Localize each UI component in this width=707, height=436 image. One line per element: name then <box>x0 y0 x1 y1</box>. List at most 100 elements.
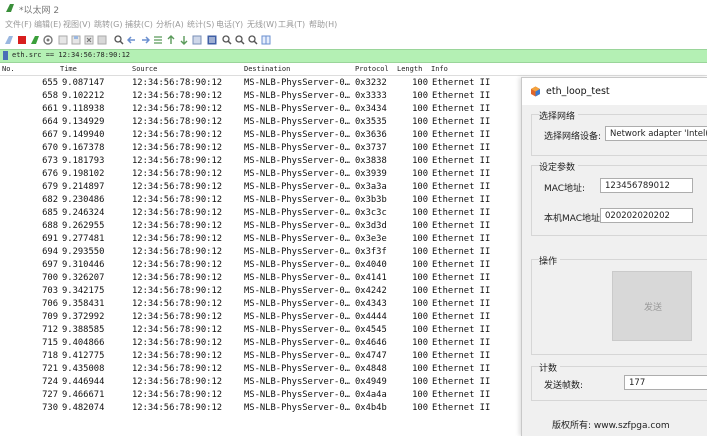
cell-len: 100 <box>412 130 428 140</box>
column-header-length[interactable]: Length <box>397 65 422 73</box>
table-row[interactable]: 712 9.388585 12:34:56:78:90:12 MS-NLB-PhysS… <box>0 324 560 337</box>
local-mac-address-input[interactable]: 020202020202 <box>600 208 693 223</box>
cell-info: Ethernet II <box>432 325 491 335</box>
menu-telephony[interactable]: 电话(Y) <box>216 19 243 30</box>
display-filter-bar[interactable]: eth.src == 12:34:56:78:90:12 <box>0 49 707 63</box>
table-row[interactable]: 682 9.230486 12:34:56:78:90:12 MS-NLB-PhysS… <box>0 194 560 207</box>
cell-no: 697 <box>42 260 58 270</box>
cell-time: 9.181793 <box>62 156 105 166</box>
mac-address-input[interactable]: 123456789012 <box>600 178 693 193</box>
cell-time: 9.482074 <box>62 403 105 413</box>
menu-analyze[interactable]: 分析(A) <box>156 19 184 30</box>
table-row[interactable]: 694 9.293550 12:34:56:78:90:12 MS-NLB-PhysS… <box>0 246 560 259</box>
menu-capture[interactable]: 捕获(C) <box>125 19 153 30</box>
cell-src: 12:34:56:78:90:12 <box>132 156 223 166</box>
cell-no: 721 <box>42 364 58 374</box>
cell-time: 9.214897 <box>62 182 105 192</box>
column-header-destination[interactable]: Destination <box>244 65 290 73</box>
cell-dst: MS-NLB-PhysServer-0… <box>244 169 350 179</box>
cell-proto: 0x4b4b <box>355 403 387 413</box>
cell-no: 715 <box>42 338 58 348</box>
table-row[interactable]: 703 9.342175 12:34:56:78:90:12 MS-NLB-PhysS… <box>0 285 560 298</box>
table-row[interactable]: 721 9.435008 12:34:56:78:90:12 MS-NLB-PhysS… <box>0 363 560 376</box>
menu-edit[interactable]: 编辑(E) <box>34 19 61 30</box>
table-row[interactable]: 676 9.198102 12:34:56:78:90:12 MS-NLB-PhysS… <box>0 168 560 181</box>
capture-options-icon[interactable] <box>43 35 53 45</box>
menu-statistics[interactable]: 统计(S) <box>187 19 214 30</box>
cell-time: 9.134929 <box>62 117 105 127</box>
cell-dst: MS-NLB-PhysServer-0… <box>244 403 350 413</box>
column-header-protocol[interactable]: Protocol <box>355 65 389 73</box>
cell-proto: 0x4545 <box>355 325 387 335</box>
bookmark-icon[interactable] <box>3 51 8 60</box>
stop-capture-icon[interactable] <box>17 35 27 45</box>
table-row[interactable]: 688 9.262955 12:34:56:78:90:12 MS-NLB-PhysS… <box>0 220 560 233</box>
cell-info: Ethernet II <box>432 338 491 348</box>
column-header-no[interactable]: No. <box>2 65 15 73</box>
open-file-icon[interactable] <box>58 35 68 45</box>
display-filter-input[interactable]: eth.src == 12:34:56:78:90:12 <box>12 51 130 59</box>
cell-info: Ethernet II <box>432 104 491 114</box>
table-row[interactable]: 661 9.118938 12:34:56:78:90:12 MS-NLB-PhysS… <box>0 103 560 116</box>
go-last-icon[interactable] <box>179 35 189 45</box>
cell-info: Ethernet II <box>432 91 491 101</box>
cell-src: 12:34:56:78:90:12 <box>132 221 223 231</box>
resize-columns-icon[interactable] <box>261 35 271 45</box>
table-row[interactable]: 730 9.482074 12:34:56:78:90:12 MS-NLB-PhysS… <box>0 402 560 415</box>
cell-dst: MS-NLB-PhysServer-0… <box>244 364 350 374</box>
table-row[interactable]: 679 9.214897 12:34:56:78:90:12 MS-NLB-PhysS… <box>0 181 560 194</box>
table-row[interactable]: 709 9.372992 12:34:56:78:90:12 MS-NLB-PhysS… <box>0 311 560 324</box>
cell-info: Ethernet II <box>432 351 491 361</box>
restart-capture-icon[interactable] <box>30 35 40 45</box>
menu-file[interactable]: 文件(F) <box>5 19 32 30</box>
table-row[interactable]: 724 9.446944 12:34:56:78:90:12 MS-NLB-PhysS… <box>0 376 560 389</box>
menu-view[interactable]: 视图(V) <box>63 19 91 30</box>
colorize-icon[interactable] <box>207 35 217 45</box>
normal-size-icon[interactable] <box>248 35 258 45</box>
auto-scroll-icon[interactable] <box>192 35 202 45</box>
table-row[interactable]: 673 9.181793 12:34:56:78:90:12 MS-NLB-PhysS… <box>0 155 560 168</box>
table-row[interactable]: 715 9.404866 12:34:56:78:90:12 MS-NLB-PhysS… <box>0 337 560 350</box>
table-row[interactable]: 691 9.277481 12:34:56:78:90:12 MS-NLB-PhysS… <box>0 233 560 246</box>
column-header-time[interactable]: Time <box>60 65 77 73</box>
go-forward-icon[interactable] <box>140 35 150 45</box>
cell-proto: 0x3838 <box>355 156 387 166</box>
menu-wireless[interactable]: 无线(W) <box>247 19 277 30</box>
menu-tools[interactable]: 工具(T) <box>278 19 305 30</box>
go-back-icon[interactable] <box>127 35 137 45</box>
column-header-info[interactable]: Info <box>431 65 448 73</box>
table-row[interactable]: 700 9.326207 12:34:56:78:90:12 MS-NLB-PhysS… <box>0 272 560 285</box>
network-device-select[interactable]: Network adapter 'Intel(R) <box>605 126 707 141</box>
table-row[interactable]: 664 9.134929 12:34:56:78:90:12 MS-NLB-PhysS… <box>0 116 560 129</box>
cell-no: 706 <box>42 299 58 309</box>
table-row[interactable]: 658 9.102212 12:34:56:78:90:12 MS-NLB-PhysS… <box>0 90 560 103</box>
close-file-icon[interactable] <box>84 35 94 45</box>
column-header-source[interactable]: Source <box>132 65 157 73</box>
table-row[interactable]: 685 9.246324 12:34:56:78:90:12 MS-NLB-PhysS… <box>0 207 560 220</box>
cell-proto: 0x4a4a <box>355 390 387 400</box>
go-to-packet-icon[interactable] <box>153 35 163 45</box>
save-file-icon[interactable] <box>71 35 81 45</box>
menu-go[interactable]: 跳转(G) <box>94 19 122 30</box>
table-row[interactable]: 727 9.466671 12:34:56:78:90:12 MS-NLB-PhysS… <box>0 389 560 402</box>
cell-no: 667 <box>42 130 58 140</box>
cell-no: 712 <box>42 325 58 335</box>
cell-no: 664 <box>42 117 58 127</box>
cell-len: 100 <box>412 221 428 231</box>
send-button[interactable]: 发送 <box>612 271 692 341</box>
go-first-icon[interactable] <box>166 35 176 45</box>
zoom-out-icon[interactable] <box>235 35 245 45</box>
cell-src: 12:34:56:78:90:12 <box>132 208 223 218</box>
table-row[interactable]: 706 9.358431 12:34:56:78:90:12 MS-NLB-PhysS… <box>0 298 560 311</box>
table-row[interactable]: 718 9.412775 12:34:56:78:90:12 MS-NLB-PhysS… <box>0 350 560 363</box>
table-row[interactable]: 697 9.310446 12:34:56:78:90:12 MS-NLB-PhysS… <box>0 259 560 272</box>
table-row[interactable]: 667 9.149940 12:34:56:78:90:12 MS-NLB-PhysS… <box>0 129 560 142</box>
zoom-in-icon[interactable] <box>222 35 232 45</box>
table-row[interactable]: 670 9.167378 12:34:56:78:90:12 MS-NLB-PhysS… <box>0 142 560 155</box>
table-row[interactable]: 655 9.087147 12:34:56:78:90:12 MS-NLB-PhysS… <box>0 77 560 90</box>
local-mac-label: 本机MAC地址: <box>544 214 604 224</box>
reload-file-icon[interactable] <box>97 35 107 45</box>
find-packet-icon[interactable] <box>114 35 124 45</box>
menu-help[interactable]: 帮助(H) <box>309 19 337 30</box>
shark-fin-start-icon[interactable] <box>4 35 14 45</box>
